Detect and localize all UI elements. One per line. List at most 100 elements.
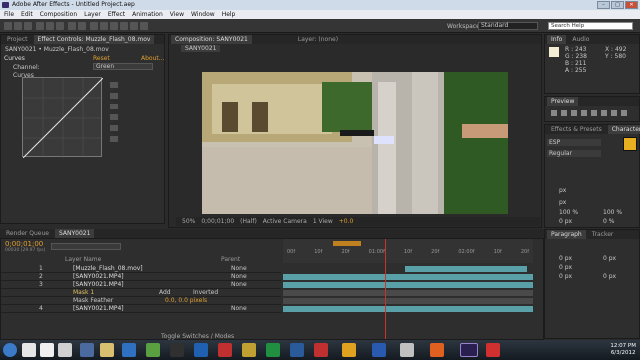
comp-subtab[interactable]: SANY0021 (181, 45, 221, 52)
pen-tool-icon[interactable] (78, 22, 86, 30)
curves-graph[interactable] (22, 77, 104, 159)
parent-select[interactable]: None (231, 281, 247, 289)
stroke-unit[interactable]: px (559, 199, 566, 206)
composition-viewer[interactable] (202, 72, 508, 214)
first-frame-icon[interactable] (551, 110, 557, 116)
layer-duration-bar[interactable] (405, 266, 527, 272)
toggle-switches-modes[interactable]: Toggle Switches / Modes (161, 333, 234, 340)
camera-select[interactable]: Active Camera (263, 218, 307, 225)
start-button-icon[interactable] (3, 343, 17, 357)
search-help-input[interactable]: Search Help (548, 22, 633, 30)
menu-help[interactable]: Help (222, 10, 236, 19)
layer-row[interactable]: 1 [Muzzle_Flash_08.mov] None (1, 265, 281, 273)
puppet-tool-icon[interactable] (140, 22, 148, 30)
layer-name[interactable]: [SANY0021.MP4] (73, 273, 124, 281)
mask-feather-value[interactable]: 0.0, 0.0 pixels (165, 297, 207, 305)
timeline-current-time[interactable]: 0;00;01;00 (5, 240, 43, 248)
pencil-icon[interactable] (110, 92, 118, 99)
mask-inverted[interactable]: Inverted (193, 289, 218, 297)
mask-mode[interactable]: Add (159, 289, 171, 297)
tab-info[interactable]: Info (547, 35, 567, 44)
current-time-display[interactable]: 0;00;01;00 (201, 218, 234, 225)
save-icon[interactable] (110, 114, 118, 121)
brush-tool-icon[interactable] (100, 22, 108, 30)
close-button[interactable]: ✕ (625, 1, 638, 9)
tab-paragraph[interactable]: Paragraph (547, 230, 586, 239)
channel-select[interactable]: Green (93, 63, 153, 70)
views-select[interactable]: 1 View (313, 218, 333, 225)
taskbar-app-icon[interactable] (242, 343, 256, 357)
smooth-icon[interactable] (110, 125, 118, 132)
taskbar-app-icon[interactable] (400, 343, 414, 357)
taskbar-app-icon[interactable] (194, 343, 208, 357)
hand-tool-icon[interactable] (14, 22, 22, 30)
taskbar-app-icon[interactable] (266, 343, 280, 357)
reset-curve-icon[interactable] (110, 136, 118, 142)
tab-audio[interactable]: Audio (568, 35, 593, 44)
rotate-tool-icon[interactable] (36, 22, 44, 30)
layer-duration-bar[interactable] (283, 274, 533, 280)
resolution-select[interactable]: (Half) (240, 218, 257, 225)
taskbar-app-icon[interactable] (146, 343, 160, 357)
layer-duration-bar[interactable] (283, 282, 533, 288)
selection-tool-icon[interactable] (4, 22, 12, 30)
vertical-scale[interactable]: 100 % (559, 209, 578, 216)
timeline-search-input[interactable] (51, 243, 121, 250)
taskbar-app-icon[interactable] (80, 343, 94, 357)
taskbar-app-icon[interactable] (58, 343, 72, 357)
word-icon[interactable] (372, 343, 386, 357)
ram-preview-icon[interactable] (621, 110, 627, 116)
tab-timeline-comp[interactable]: SANY0021 (54, 229, 95, 238)
tab-project[interactable]: Project (3, 35, 32, 44)
taskbar-app-icon[interactable] (22, 343, 36, 357)
type-tool-icon[interactable] (90, 22, 98, 30)
fill-color-swatch[interactable] (623, 137, 637, 151)
tab-tracker[interactable]: Tracker (588, 230, 618, 239)
playhead[interactable] (385, 239, 386, 339)
taskbar-app-icon[interactable] (122, 343, 136, 357)
parent-select[interactable]: None (231, 265, 247, 273)
pan-behind-tool-icon[interactable] (56, 22, 64, 30)
tab-layer[interactable]: Layer: (none) (294, 35, 342, 44)
effect-name[interactable]: Curves (4, 55, 25, 62)
taskbar-app-icon[interactable] (170, 343, 184, 357)
minimize-button[interactable]: – (597, 1, 610, 9)
mask-tool-icon[interactable] (68, 22, 76, 30)
menu-edit[interactable]: Edit (21, 10, 33, 19)
firefox-icon[interactable] (430, 343, 444, 357)
indent-right[interactable]: 0 px (603, 255, 616, 262)
taskbar-app-icon[interactable] (290, 343, 304, 357)
space-after[interactable]: 0 px (603, 273, 616, 280)
taskbar-app-icon[interactable] (40, 343, 54, 357)
size-unit[interactable]: px (559, 187, 566, 194)
font-select[interactable]: ESP (547, 139, 601, 146)
menu-layer[interactable]: Layer (84, 10, 101, 19)
font-style-select[interactable]: Regular (547, 150, 601, 157)
reset-link[interactable]: Reset (93, 55, 110, 62)
indent-first[interactable]: 0 px (559, 264, 572, 271)
play-icon[interactable] (571, 110, 577, 116)
parent-select[interactable]: None (231, 305, 247, 313)
tab-character[interactable]: Character (607, 125, 640, 134)
mask-name[interactable]: Mask 1 (73, 289, 94, 297)
system-clock[interactable]: 12:07 PM 6/3/2012 (610, 343, 636, 357)
baseline-shift[interactable]: 0 px (559, 218, 572, 225)
zoom-tool-icon[interactable] (24, 22, 32, 30)
camera-tool-icon[interactable] (46, 22, 54, 30)
horizontal-scale[interactable]: 100 % (603, 209, 622, 216)
menu-view[interactable]: View (170, 10, 184, 19)
taskbar-app-icon[interactable] (218, 343, 232, 357)
next-frame-icon[interactable] (581, 110, 587, 116)
time-ruler[interactable]: 00f 10f 20f 01:00f 10f 20f 02:00f 10f 20… (283, 239, 533, 263)
zoom-select[interactable]: 50% (182, 218, 195, 225)
taskbar-app-icon[interactable] (486, 343, 500, 357)
loop-icon[interactable] (611, 110, 617, 116)
eraser-tool-icon[interactable] (120, 22, 128, 30)
tab-effects-presets[interactable]: Effects & Presets (547, 125, 606, 134)
parent-select[interactable]: None (231, 273, 247, 281)
layer-name[interactable]: [SANY0021.MP4] (73, 281, 124, 289)
prev-frame-icon[interactable] (561, 110, 567, 116)
clone-tool-icon[interactable] (110, 22, 118, 30)
workspace-select[interactable]: Standard (478, 22, 538, 30)
exposure-value[interactable]: +0.0 (339, 218, 354, 225)
